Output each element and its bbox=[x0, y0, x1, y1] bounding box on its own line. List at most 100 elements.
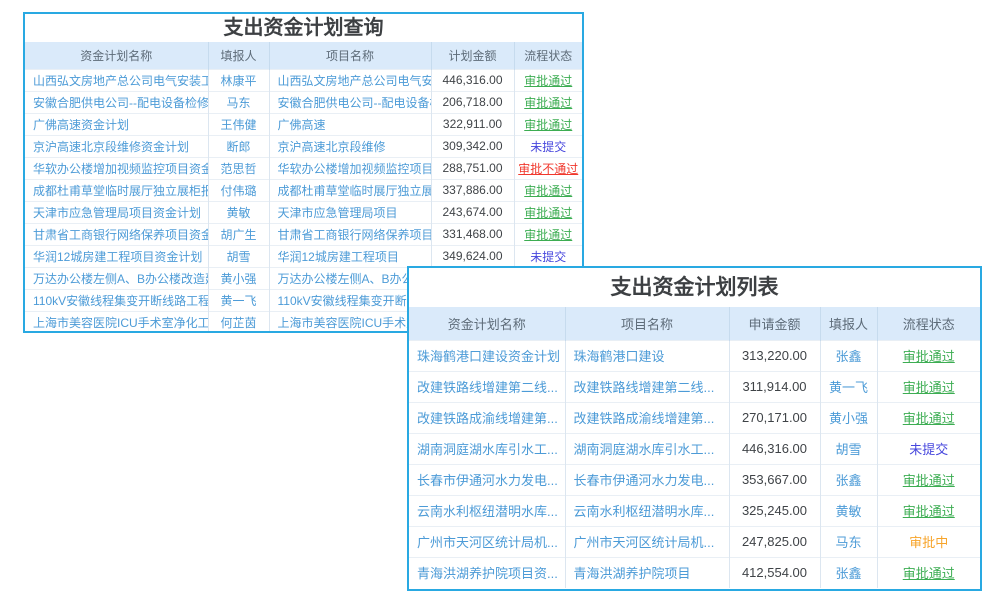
reporter-link[interactable]: 林康平 bbox=[208, 69, 269, 91]
project-name-link[interactable]: 长春市伊通河水力发电... bbox=[565, 464, 729, 495]
project-name-link[interactable]: 珠海鹤港口建设 bbox=[565, 340, 729, 371]
reporter-link[interactable]: 张鑫 bbox=[820, 340, 877, 371]
project-name-link[interactable]: 安徽合肥供电公司--配电设备检修维护项目 bbox=[269, 91, 431, 113]
plan-name-link[interactable]: 青海洪湖养护院项目资... bbox=[409, 557, 565, 588]
status-link[interactable]: 审批中 bbox=[877, 526, 980, 557]
plan-name-link[interactable]: 万达办公楼左侧A、B办公楼改造建设资金计划 bbox=[25, 267, 208, 289]
status-link[interactable]: 审批通过 bbox=[877, 402, 980, 433]
col-header-reporter: 填报人 bbox=[208, 42, 269, 69]
reporter-link[interactable]: 付伟璐 bbox=[208, 179, 269, 201]
status-link[interactable]: 审批通过 bbox=[514, 91, 582, 113]
reporter-link[interactable]: 何芷茵 bbox=[208, 311, 269, 333]
table-row: 天津市应急管理局项目资金计划黄敏天津市应急管理局项目243,674.00审批通过 bbox=[25, 201, 582, 223]
reporter-link[interactable]: 黄敏 bbox=[820, 495, 877, 526]
amount-cell: 446,316.00 bbox=[729, 433, 820, 464]
reporter-link[interactable]: 马东 bbox=[208, 91, 269, 113]
amount-cell: 412,554.00 bbox=[729, 557, 820, 588]
plan-name-link[interactable]: 成都杜甫草堂临时展厅独立展柜报警设备资金计划 bbox=[25, 179, 208, 201]
reporter-link[interactable]: 胡雪 bbox=[208, 245, 269, 267]
status-link[interactable]: 审批通过 bbox=[877, 464, 980, 495]
status-link[interactable]: 审批通过 bbox=[877, 495, 980, 526]
project-name-link[interactable]: 广州市天河区统计局机... bbox=[565, 526, 729, 557]
reporter-link[interactable]: 胡雪 bbox=[820, 433, 877, 464]
amount-cell: 243,674.00 bbox=[431, 201, 514, 223]
status-link[interactable]: 未提交 bbox=[877, 433, 980, 464]
plan-name-link[interactable]: 京沪高速北京段维修资金计划 bbox=[25, 135, 208, 157]
project-name-link[interactable]: 湖南洞庭湖水库引水工... bbox=[565, 433, 729, 464]
amount-cell: 331,468.00 bbox=[431, 223, 514, 245]
status-link[interactable]: 未提交 bbox=[514, 135, 582, 157]
reporter-link[interactable]: 胡广生 bbox=[208, 223, 269, 245]
table-row: 华润12城房建工程项目资金计划胡雪华润12城房建工程项目349,624.00未提… bbox=[25, 245, 582, 267]
reporter-link[interactable]: 马东 bbox=[820, 526, 877, 557]
table-row: 湖南洞庭湖水库引水工...湖南洞庭湖水库引水工...446,316.00胡雪未提… bbox=[409, 433, 980, 464]
project-name-link[interactable]: 云南水利枢纽潜明水库... bbox=[565, 495, 729, 526]
col-header-status: 流程状态 bbox=[877, 307, 980, 340]
plan-name-link[interactable]: 珠海鹤港口建设资金计划 bbox=[409, 340, 565, 371]
plan-name-link[interactable]: 天津市应急管理局项目资金计划 bbox=[25, 201, 208, 223]
reporter-link[interactable]: 黄一飞 bbox=[208, 289, 269, 311]
plan-name-link[interactable]: 110kV安徽线程集变开断线路工程资金计划 bbox=[25, 289, 208, 311]
status-link[interactable]: 审批通过 bbox=[877, 557, 980, 588]
reporter-link[interactable]: 王伟健 bbox=[208, 113, 269, 135]
amount-cell: 311,914.00 bbox=[729, 371, 820, 402]
project-name-link[interactable]: 华润12城房建工程项目 bbox=[269, 245, 431, 267]
project-name-link[interactable]: 改建铁路成渝线增建第... bbox=[565, 402, 729, 433]
reporter-link[interactable]: 张鑫 bbox=[820, 464, 877, 495]
status-link[interactable]: 审批通过 bbox=[514, 201, 582, 223]
project-name-link[interactable]: 广佛高速 bbox=[269, 113, 431, 135]
amount-cell: 349,624.00 bbox=[431, 245, 514, 267]
plan-name-link[interactable]: 湖南洞庭湖水库引水工... bbox=[409, 433, 565, 464]
plan-name-link[interactable]: 甘肃省工商银行网络保养项目资金计划 bbox=[25, 223, 208, 245]
project-name-link[interactable]: 天津市应急管理局项目 bbox=[269, 201, 431, 223]
status-link[interactable]: 审批不通过 bbox=[514, 157, 582, 179]
reporter-link[interactable]: 断郎 bbox=[208, 135, 269, 157]
status-link[interactable]: 审批通过 bbox=[514, 223, 582, 245]
amount-cell: 270,171.00 bbox=[729, 402, 820, 433]
project-name-link[interactable]: 青海洪湖养护院项目 bbox=[565, 557, 729, 588]
amount-cell: 313,220.00 bbox=[729, 340, 820, 371]
reporter-link[interactable]: 范思哲 bbox=[208, 157, 269, 179]
status-link[interactable]: 未提交 bbox=[514, 245, 582, 267]
status-link[interactable]: 审批通过 bbox=[877, 340, 980, 371]
amount-cell: 322,911.00 bbox=[431, 113, 514, 135]
project-name-link[interactable]: 京沪高速北京段维修 bbox=[269, 135, 431, 157]
project-name-link[interactable]: 改建铁路线增建第二线... bbox=[565, 371, 729, 402]
amount-cell: 247,825.00 bbox=[729, 526, 820, 557]
status-link[interactable]: 审批通过 bbox=[514, 179, 582, 201]
col-header-reporter: 填报人 bbox=[820, 307, 877, 340]
amount-cell: 309,342.00 bbox=[431, 135, 514, 157]
project-name-link[interactable]: 甘肃省工商银行网络保养项目 bbox=[269, 223, 431, 245]
reporter-link[interactable]: 黄小强 bbox=[820, 402, 877, 433]
status-link[interactable]: 审批通过 bbox=[514, 69, 582, 91]
table-row: 珠海鹤港口建设资金计划珠海鹤港口建设313,220.00张鑫审批通过 bbox=[409, 340, 980, 371]
plan-name-link[interactable]: 山西弘文房地产总公司电气安装工程资金计划 bbox=[25, 69, 208, 91]
status-link[interactable]: 审批通过 bbox=[514, 113, 582, 135]
list-header-row: 资金计划名称 项目名称 申请金额 填报人 流程状态 bbox=[409, 307, 980, 340]
col-header-plan-name: 资金计划名称 bbox=[25, 42, 208, 69]
plan-name-link[interactable]: 云南水利枢纽潜明水库... bbox=[409, 495, 565, 526]
list-table: 资金计划名称 项目名称 申请金额 填报人 流程状态 珠海鹤港口建设资金计划珠海鹤… bbox=[409, 307, 980, 588]
reporter-link[interactable]: 黄一飞 bbox=[820, 371, 877, 402]
table-row: 甘肃省工商银行网络保养项目资金计划胡广生甘肃省工商银行网络保养项目331,468… bbox=[25, 223, 582, 245]
project-name-link[interactable]: 成都杜甫草堂临时展厅独立展柜报警设备 bbox=[269, 179, 431, 201]
reporter-link[interactable]: 黄小强 bbox=[208, 267, 269, 289]
status-link[interactable]: 审批通过 bbox=[877, 371, 980, 402]
plan-name-link[interactable]: 广州市天河区统计局机... bbox=[409, 526, 565, 557]
plan-name-link[interactable]: 广佛高速资金计划 bbox=[25, 113, 208, 135]
table-row: 京沪高速北京段维修资金计划断郎京沪高速北京段维修309,342.00未提交 bbox=[25, 135, 582, 157]
project-name-link[interactable]: 华软办公楼增加视频监控项目 bbox=[269, 157, 431, 179]
reporter-link[interactable]: 黄敏 bbox=[208, 201, 269, 223]
plan-name-link[interactable]: 华润12城房建工程项目资金计划 bbox=[25, 245, 208, 267]
plan-name-link[interactable]: 改建铁路成渝线增建第... bbox=[409, 402, 565, 433]
amount-cell: 337,886.00 bbox=[431, 179, 514, 201]
project-name-link[interactable]: 山西弘文房地产总公司电气安装工程项目 bbox=[269, 69, 431, 91]
query-panel-title: 支出资金计划查询 bbox=[25, 14, 582, 42]
plan-name-link[interactable]: 改建铁路线增建第二线... bbox=[409, 371, 565, 402]
plan-name-link[interactable]: 安徽合肥供电公司--配电设备检修维护资金计划 bbox=[25, 91, 208, 113]
plan-name-link[interactable]: 长春市伊通河水力发电... bbox=[409, 464, 565, 495]
reporter-link[interactable]: 张鑫 bbox=[820, 557, 877, 588]
plan-name-link[interactable]: 上海市美容医院ICU手术室净化工程资金计划 bbox=[25, 311, 208, 333]
table-row: 改建铁路成渝线增建第...改建铁路成渝线增建第...270,171.00黄小强审… bbox=[409, 402, 980, 433]
plan-name-link[interactable]: 华软办公楼增加视频监控项目资金计划 bbox=[25, 157, 208, 179]
